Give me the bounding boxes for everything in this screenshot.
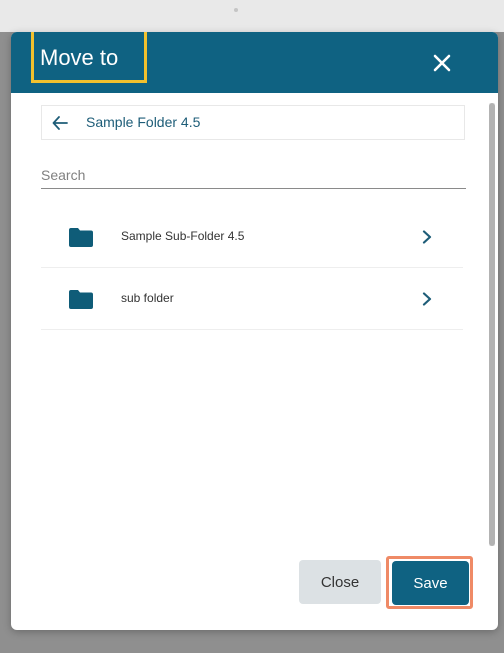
chevron-right-icon[interactable]: [422, 230, 432, 244]
close-icon[interactable]: [431, 52, 453, 74]
move-to-dialog: Move to Sample Folder 4.5 Sample Sub-Fol…: [11, 32, 498, 630]
folder-name: sub folder: [121, 291, 174, 305]
folder-name: Sample Sub-Folder 4.5: [121, 229, 245, 243]
chevron-right-icon[interactable]: [422, 292, 432, 306]
dialog-header: Move to: [11, 32, 498, 93]
folder-item[interactable]: Sample Sub-Folder 4.5: [41, 206, 463, 268]
page-backdrop-strip: [0, 0, 504, 32]
folder-icon: [69, 290, 93, 309]
scrollbar[interactable]: [489, 103, 495, 546]
scrollbar-thumb[interactable]: [489, 103, 495, 546]
breadcrumb: Sample Folder 4.5: [41, 105, 465, 140]
search-field: [41, 163, 466, 189]
close-button[interactable]: Close: [299, 560, 381, 604]
folder-icon: [69, 228, 93, 247]
breadcrumb-folder-name: Sample Folder 4.5: [86, 114, 201, 130]
arrow-left-icon[interactable]: [52, 116, 68, 130]
dialog-body: Sample Folder 4.5 Sample Sub-Folder 4.5 …: [11, 93, 498, 630]
save-button[interactable]: Save: [392, 561, 469, 605]
backdrop-dot: [234, 8, 238, 12]
folder-item[interactable]: sub folder: [41, 268, 463, 330]
folder-list: Sample Sub-Folder 4.5 sub folder: [41, 206, 463, 330]
search-input[interactable]: [41, 163, 466, 187]
dialog-title: Move to: [40, 45, 119, 70]
